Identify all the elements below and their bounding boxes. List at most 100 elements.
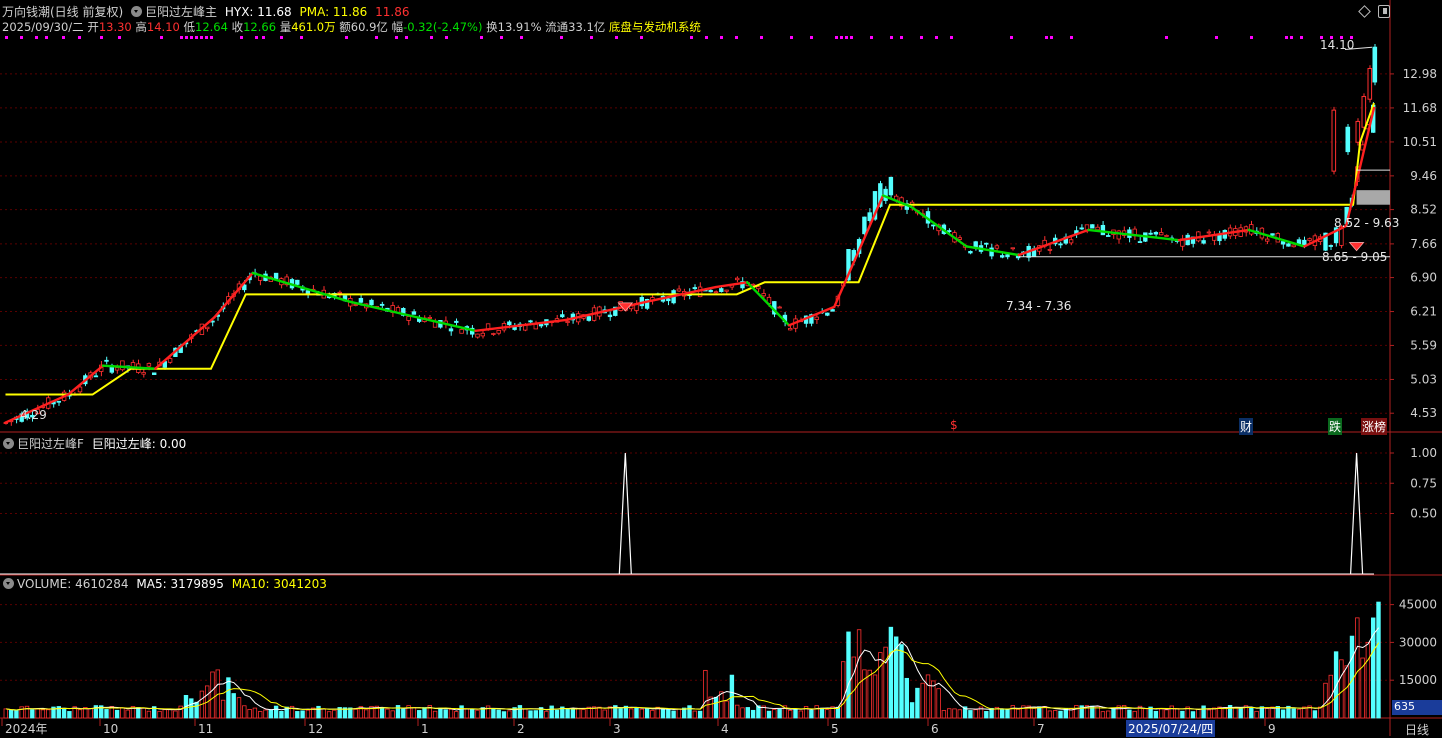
candle-body — [528, 320, 533, 323]
chart-canvas[interactable]: 12.98 11.68 10.51 9.46 8.52 7.66 6.90 6.21 5.59 5… — [0, 0, 1442, 736]
candle-body — [1291, 244, 1296, 248]
volume-bar — [46, 709, 51, 719]
indicator-menu-icon[interactable] — [131, 6, 143, 17]
candle-body — [1302, 239, 1307, 246]
candle-body — [994, 245, 1000, 249]
price-tick-label: 6.21 — [1410, 305, 1437, 319]
volume-bar — [1169, 705, 1174, 719]
price-tick-label: 4.53 — [1410, 406, 1437, 420]
indicator-panel-menu-icon[interactable] — [3, 438, 14, 449]
volume-total[interactable]: VOLUME: 4610284 — [17, 577, 129, 591]
candle-body — [676, 288, 682, 292]
event-marker-limit-list[interactable]: 涨榜 — [1361, 418, 1388, 435]
volume-bar — [639, 708, 644, 719]
box-label-lower: 8.65 - 9.05 — [1322, 250, 1388, 264]
volume-bar — [416, 710, 422, 719]
turnover-value: 13.91% — [497, 20, 542, 34]
signal-dot — [405, 36, 408, 39]
volume-bar — [1047, 710, 1053, 719]
volume-bar — [194, 701, 199, 719]
candle-body — [1280, 241, 1286, 245]
volume-bar — [523, 708, 528, 719]
volume-bar — [363, 709, 369, 719]
signal-dot — [590, 36, 593, 39]
event-marker-dollar[interactable]: $ — [949, 418, 959, 432]
indicator-name[interactable]: 巨阳过左峰主 — [145, 5, 217, 19]
amount-label: 额 — [339, 20, 351, 34]
volume-bar — [332, 709, 337, 719]
volume-bar — [77, 709, 83, 719]
hyx-line-segment — [745, 281, 791, 327]
candle-body — [719, 288, 724, 293]
candle-body — [353, 304, 358, 306]
volume-bar — [697, 710, 703, 719]
x-axis-label: 11 — [198, 722, 213, 736]
volume-panel-menu-icon[interactable] — [3, 578, 14, 589]
indicator-panel-title[interactable]: 巨阳过左峰F — [17, 437, 84, 451]
low-value: 12.64 — [195, 20, 228, 34]
event-marker-finance[interactable]: 财 — [1239, 418, 1254, 435]
candle-body — [411, 311, 417, 315]
indicator-tick-label: 0.75 — [1410, 476, 1437, 490]
volume-ma10: MA10: 3041203 — [231, 577, 327, 591]
signal-dot — [430, 36, 433, 39]
volume-bar — [629, 708, 634, 719]
x-axis-label: 2 — [517, 722, 525, 736]
signal-dot — [395, 36, 398, 39]
signal-dot — [705, 36, 708, 39]
volume-bar — [443, 709, 448, 719]
signal-dot — [840, 36, 843, 39]
volume-bar — [485, 705, 491, 719]
volume-tick-label: 45000 — [1399, 598, 1437, 612]
x-axis-label: 12 — [308, 722, 323, 736]
event-marker-fall[interactable]: 跌 — [1328, 418, 1343, 435]
x-axis-label: 2024年 — [5, 722, 48, 736]
candle-body — [957, 237, 962, 240]
signal-dot — [185, 36, 188, 39]
signal-dot — [375, 36, 378, 39]
signal-dot — [200, 36, 203, 39]
signal-dot — [1050, 36, 1053, 39]
volume-value: 461.0万 — [291, 20, 336, 34]
candle-body — [496, 330, 501, 334]
candle-body — [56, 400, 61, 403]
volume-bar — [1143, 708, 1148, 719]
candle-body — [788, 328, 793, 331]
signal-dot — [850, 36, 853, 39]
change-value: -0.32(-2.47%) — [403, 20, 483, 34]
hyx-line-segment — [909, 205, 968, 248]
signal-dot — [62, 36, 65, 39]
volume-bar — [1365, 641, 1371, 719]
indicator-tick-label: 1.00 — [1410, 446, 1437, 460]
volume-bar — [104, 709, 109, 719]
hyx-line-segment — [154, 316, 216, 370]
signal-dot — [190, 36, 193, 39]
period-label[interactable]: 日线 — [1405, 721, 1429, 738]
volume-bar — [957, 709, 962, 719]
volume-bar — [146, 710, 152, 719]
price-tick-label: 10.51 — [1403, 135, 1437, 149]
volume-bar — [475, 709, 480, 719]
signal-dot — [900, 36, 903, 39]
volume-bar — [809, 709, 814, 719]
candle-body — [77, 386, 83, 393]
candle-body — [814, 316, 819, 320]
candle-body — [1100, 224, 1106, 236]
volume-bar — [549, 705, 554, 719]
stock-title[interactable]: 万向钱潮(日线 前复权) — [2, 5, 123, 19]
candle-body — [1206, 231, 1212, 234]
signal-dot — [520, 36, 523, 39]
volume-bar — [825, 709, 830, 719]
system-label[interactable]: 底盘与发动机系统 — [609, 20, 701, 34]
candle-body — [724, 289, 729, 292]
signal-dot — [1215, 36, 1218, 39]
volume-bar — [247, 709, 252, 719]
x-axis-label: 9 — [1268, 722, 1276, 736]
restore-icon[interactable] — [1378, 5, 1390, 18]
candle-body — [358, 298, 364, 303]
candle-body — [1090, 224, 1095, 229]
volume-bar — [19, 706, 24, 719]
candle-body — [1217, 234, 1222, 242]
volume-bar — [1053, 710, 1058, 719]
signal-dot — [480, 36, 483, 39]
